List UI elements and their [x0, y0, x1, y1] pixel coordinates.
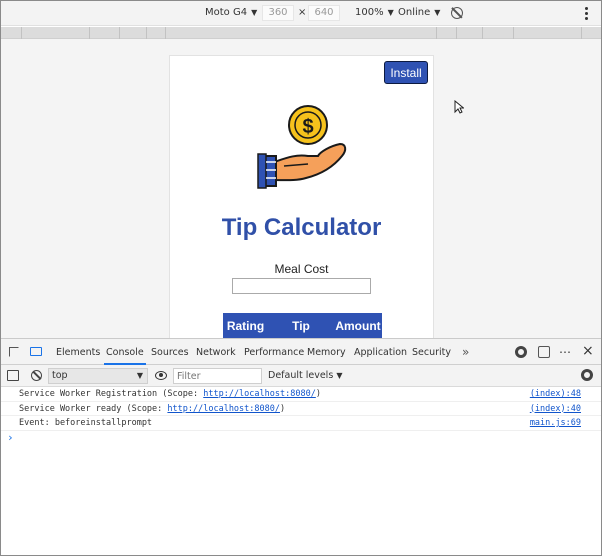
- log-source-link[interactable]: main.js:69: [530, 416, 581, 430]
- log-message: Event: beforeinstallprompt main.js:69: [1, 416, 601, 431]
- zoom-value: 100%: [355, 7, 384, 18]
- app-screen: Install $ Tip Calculator Meal Cost Ratin…: [169, 55, 434, 338]
- network-value: Online: [398, 7, 431, 18]
- caret-down-icon: ▼: [434, 8, 441, 17]
- tab-elements[interactable]: Elements: [56, 347, 100, 358]
- devtools-tabbar: Elements Console Sources Network Perform…: [1, 339, 601, 365]
- log-message: Service Worker ready (Scope: http://loca…: [1, 402, 601, 416]
- tab-memory[interactable]: Memory: [307, 347, 346, 358]
- meal-cost-label: Meal Cost: [274, 262, 329, 276]
- device-name: Moto G4: [205, 7, 248, 18]
- inspect-element-icon[interactable]: [9, 347, 19, 357]
- device-toggle-icon[interactable]: [30, 347, 42, 356]
- page-title: Tip Calculator: [221, 214, 382, 241]
- tab-network[interactable]: Network: [196, 347, 236, 358]
- tip-table-header: Rating Tip Amount: [223, 313, 382, 338]
- log-levels-select[interactable]: Default levels ▼: [268, 370, 342, 381]
- caret-down-icon: ▼: [136, 371, 143, 380]
- remote-devices-icon[interactable]: [538, 346, 550, 358]
- caret-down-icon: ▼: [251, 8, 258, 17]
- clear-console-icon[interactable]: [31, 370, 42, 381]
- console-prompt[interactable]: ›: [1, 431, 601, 445]
- network-throttle-select[interactable]: Online ▼: [398, 7, 440, 18]
- width-field[interactable]: 360: [262, 5, 294, 21]
- tab-performance[interactable]: Performance: [244, 347, 304, 358]
- svg-text:$: $: [302, 116, 313, 138]
- live-expression-eye-icon[interactable]: [155, 371, 167, 380]
- tab-sources[interactable]: Sources: [151, 347, 189, 358]
- customize-menu-icon[interactable]: ⋯: [559, 345, 572, 359]
- mouse-cursor-icon: [454, 100, 464, 114]
- log-source-link[interactable]: (index):48: [530, 387, 581, 401]
- log-levels-value: Default levels: [268, 370, 334, 381]
- tip-column-header: Tip: [292, 318, 310, 333]
- meal-cost-input[interactable]: [232, 278, 371, 294]
- console-filter-input[interactable]: [173, 368, 262, 384]
- more-options-icon[interactable]: [585, 7, 588, 20]
- console-settings-gear-icon[interactable]: [581, 369, 593, 381]
- install-button[interactable]: Install: [384, 61, 428, 84]
- devtools-panel: Elements Console Sources Network Perform…: [1, 338, 601, 555]
- log-link[interactable]: http://localhost:8080/: [203, 389, 316, 399]
- context-select[interactable]: top ▼: [48, 368, 148, 384]
- amount-column-header: Amount: [335, 318, 381, 333]
- dimension-separator: ×: [298, 7, 307, 18]
- height-field[interactable]: 640: [308, 5, 340, 21]
- settings-gear-icon[interactable]: [515, 346, 527, 358]
- media-query-ruler[interactable]: [1, 27, 601, 39]
- tip-hand-coin-icon: $: [257, 105, 347, 189]
- zoom-select[interactable]: 100% ▼: [355, 7, 394, 18]
- tab-console[interactable]: Console: [104, 347, 146, 365]
- close-devtools-icon[interactable]: ×: [582, 343, 594, 359]
- log-source-link[interactable]: (index):40: [530, 402, 581, 416]
- caret-down-icon: ▼: [387, 8, 394, 17]
- console-log: Service Worker Registration (Scope: http…: [1, 387, 601, 445]
- rotate-icon[interactable]: [451, 7, 463, 19]
- caret-down-icon: ▼: [336, 371, 343, 380]
- tab-application[interactable]: Application: [354, 347, 407, 358]
- tab-security[interactable]: Security: [412, 347, 451, 358]
- rating-column-header: Rating: [226, 318, 265, 333]
- log-message: Service Worker Registration (Scope: http…: [1, 387, 601, 402]
- device-select[interactable]: Moto G4 ▼: [205, 7, 257, 18]
- context-value: top: [52, 370, 68, 381]
- console-sidebar-icon[interactable]: [7, 370, 19, 381]
- log-link[interactable]: http://localhost:8080/: [167, 404, 280, 414]
- console-toolbar: top ▼ Default levels ▼: [1, 365, 601, 387]
- device-toolbar: Moto G4 ▼ 360 × 640 100% ▼ Online ▼: [1, 1, 601, 26]
- device-viewport: Install $ Tip Calculator Meal Cost Ratin…: [1, 39, 601, 338]
- more-tabs-icon[interactable]: »: [462, 345, 469, 359]
